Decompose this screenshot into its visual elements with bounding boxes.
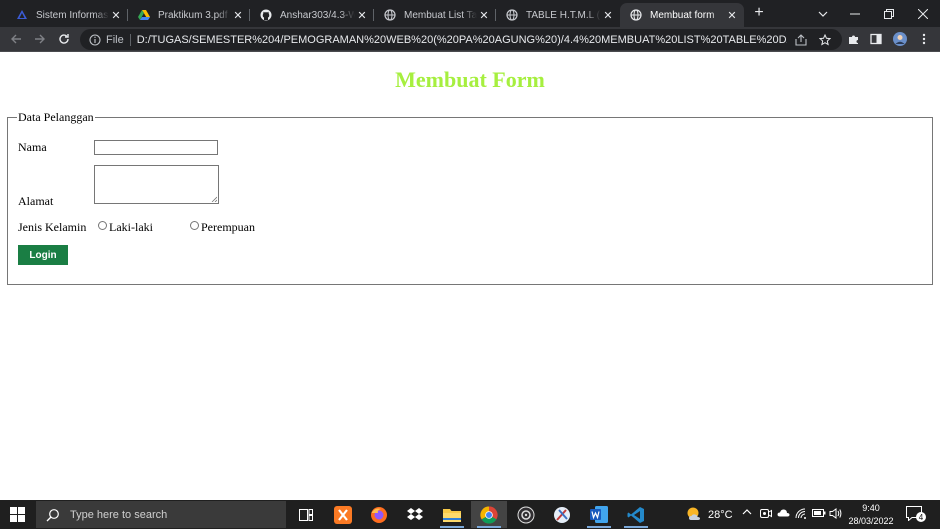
file-scheme-label: File	[106, 33, 124, 46]
vscode-icon[interactable]	[618, 501, 654, 528]
tab-sistem-informasi[interactable]: Sistem Informasi Al ✕	[0, 3, 128, 27]
address-textarea[interactable]	[94, 165, 219, 204]
firefox-icon[interactable]	[361, 501, 397, 528]
windows-start-icon[interactable]	[10, 507, 25, 522]
address-label: Alamat	[18, 194, 54, 208]
notification-center-icon[interactable]: 4	[906, 506, 926, 524]
clock-date: 28/03/2022	[848, 516, 894, 526]
system-clock[interactable]: 9:40 28/03/2022	[840, 502, 902, 528]
github-icon	[260, 9, 272, 21]
login-button[interactable]: Login	[18, 245, 68, 265]
notification-count-badge: 4	[916, 512, 926, 522]
browser-toolbar: File D:/TUGAS/SEMESTER%204/PEMOGRAMAN%20…	[0, 27, 940, 52]
taskbar-search-box[interactable]: Type here to search	[36, 501, 286, 528]
tab-membuat-list-table[interactable]: Membuat List Table ✕	[374, 3, 496, 27]
xampp-icon[interactable]	[325, 501, 361, 528]
onedrive-cloud-icon[interactable]	[777, 508, 790, 517]
page-title: Membuat Form	[395, 67, 545, 92]
back-icon[interactable]	[8, 31, 24, 47]
menu-kebab-icon[interactable]	[916, 31, 932, 47]
globe-icon	[506, 9, 518, 21]
google-drive-icon	[138, 9, 150, 21]
scheme-divider	[129, 33, 131, 46]
extensions-puzzle-icon[interactable]	[846, 31, 862, 47]
profile-avatar-icon[interactable]	[892, 31, 908, 47]
globe-icon	[630, 9, 642, 21]
windows-taskbar: Type here to search 28°C 9:40 28/03/2022…	[0, 500, 940, 529]
globe-icon	[384, 9, 396, 21]
tab-title: Praktikum 3.pdf - G	[158, 9, 231, 21]
radio-male-label: Laki-laki	[109, 220, 153, 234]
tab-table-html[interactable]: TABLE H.T.M.L ( AN ✕	[496, 3, 620, 27]
word-icon[interactable]	[581, 501, 617, 528]
share-icon[interactable]	[793, 32, 808, 47]
resize-grip-icon[interactable]	[211, 196, 217, 202]
address-bar[interactable]: File D:/TUGAS/SEMESTER%204/PEMOGRAMAN%20…	[80, 29, 842, 50]
search-placeholder: Type here to search	[70, 508, 168, 521]
radio-female-label: Perempuan	[201, 220, 255, 234]
close-window-icon[interactable]	[906, 0, 940, 27]
tab-github[interactable]: Anshar303/4.3-WE ✕	[250, 3, 374, 27]
info-icon[interactable]	[88, 33, 102, 47]
new-tab-icon[interactable]: +	[750, 4, 768, 22]
forward-icon[interactable]	[32, 31, 48, 47]
close-tab-icon[interactable]: ✕	[601, 8, 615, 22]
close-tab-icon[interactable]: ✕	[355, 8, 369, 22]
url-text[interactable]: D:/TUGAS/SEMESTER%204/PEMOGRAMAN%20WEB%2…	[137, 34, 787, 46]
clock-time: 9:40	[862, 503, 880, 513]
tab-search-chevron-icon[interactable]	[806, 0, 840, 27]
name-label: Nama	[18, 140, 47, 154]
radio-male[interactable]	[98, 221, 107, 230]
task-view-icon[interactable]	[288, 501, 324, 528]
dropbox-icon[interactable]	[397, 501, 433, 528]
tab-title: Sistem Informasi Al	[36, 9, 109, 21]
fieldset-legend: Data Pelanggan	[17, 110, 95, 125]
tab-title: TABLE H.T.M.L ( AN	[526, 9, 601, 21]
tab-title: Membuat form	[650, 9, 715, 21]
minimize-icon[interactable]	[838, 0, 872, 27]
snipping-tool-icon[interactable]	[544, 501, 580, 528]
weather-sun-cloud-icon[interactable]	[686, 506, 704, 522]
close-tab-icon[interactable]: ✕	[725, 8, 739, 22]
tab-title: Anshar303/4.3-WE	[280, 9, 355, 21]
customer-data-fieldset: Data Pelanggan Nama Alamat Jenis Kelamin…	[7, 110, 933, 285]
weather-temperature: 28°C	[708, 509, 733, 521]
battery-icon[interactable]	[812, 509, 826, 517]
search-icon	[46, 508, 59, 521]
file-explorer-icon[interactable]	[434, 501, 470, 528]
meet-now-icon[interactable]	[760, 508, 772, 519]
university-icon	[16, 9, 28, 21]
close-tab-icon[interactable]: ✕	[109, 8, 123, 22]
close-tab-icon[interactable]: ✕	[231, 8, 245, 22]
name-input[interactable]	[94, 140, 218, 155]
bookmark-star-icon[interactable]	[817, 32, 832, 47]
tray-expand-chevron-icon[interactable]	[742, 508, 752, 515]
close-tab-icon[interactable]: ✕	[477, 8, 491, 22]
obs-icon[interactable]	[508, 501, 544, 528]
side-panel-icon[interactable]	[868, 31, 884, 47]
tab-title: Membuat List Table	[404, 9, 477, 21]
tab-praktikum[interactable]: Praktikum 3.pdf - G ✕	[128, 3, 250, 27]
network-signal-icon[interactable]	[795, 508, 807, 519]
browser-tabstrip: Sistem Informasi Al ✕ Praktikum 3.pdf - …	[0, 0, 940, 27]
gender-label: Jenis Kelamin	[18, 220, 87, 234]
chrome-icon[interactable]	[471, 501, 507, 528]
tab-membuat-form[interactable]: Membuat form ✕	[620, 3, 744, 27]
radio-female[interactable]	[190, 221, 199, 230]
restore-icon[interactable]	[872, 0, 906, 27]
reload-icon[interactable]	[56, 31, 72, 47]
